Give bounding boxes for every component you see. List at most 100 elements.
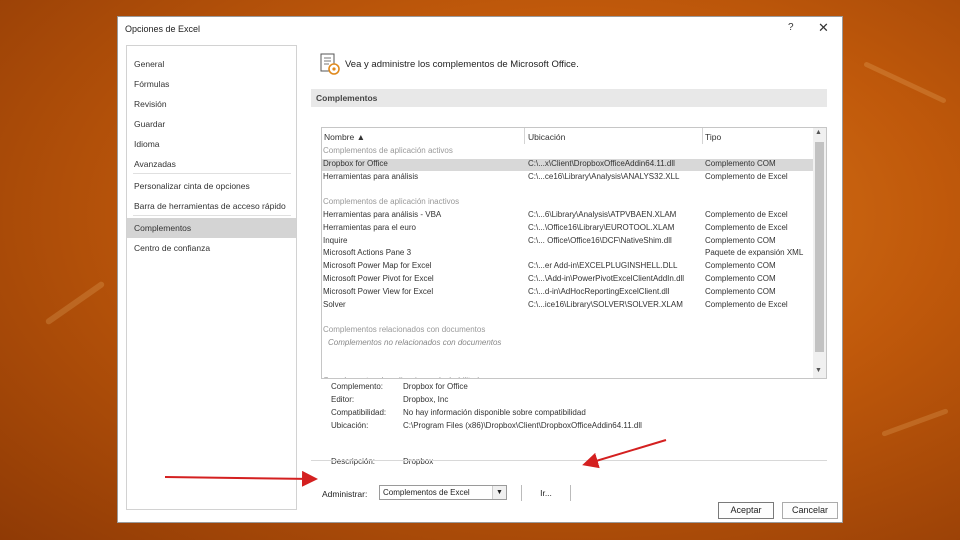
list-group-header: Complementos relacionados con documentos bbox=[322, 325, 814, 338]
list-scrollbar[interactable]: ▲ ▼ bbox=[813, 128, 826, 378]
nav-item[interactable]: Guardar bbox=[127, 114, 296, 134]
list-item[interactable]: Microsoft Power View for Excel C:\...d-in… bbox=[322, 287, 814, 300]
nav-item[interactable]: Revisión bbox=[127, 94, 296, 114]
addin-name: Herramientas para análisis bbox=[323, 171, 419, 181]
detail-label: Editor: bbox=[331, 395, 355, 404]
addin-name: Complementos no relacionados con documen… bbox=[328, 338, 502, 347]
detail-value: Dropbox, Inc bbox=[403, 395, 449, 404]
addin-type: Complemento COM bbox=[705, 261, 776, 271]
addin-type: Complemento COM bbox=[705, 235, 776, 245]
nav-item[interactable]: Idioma bbox=[127, 134, 296, 154]
nav-item[interactable]: General bbox=[127, 54, 296, 74]
list-item[interactable]: Dropbox for Office C:\...x\Client\Dropbox… bbox=[322, 158, 814, 172]
addin-name: Dropbox for Office bbox=[323, 158, 388, 168]
addin-name: Complementos de aplicaciones deshabilita… bbox=[323, 376, 488, 378]
list-item[interactable]: Microsoft Power Map for Excel C:\...er Ad… bbox=[322, 261, 814, 274]
scroll-down-icon[interactable]: ▼ bbox=[815, 367, 822, 374]
section-title: Complementos bbox=[311, 89, 827, 107]
list-item[interactable]: Inquire C:\... Office\Office16\DCF\Native… bbox=[322, 236, 814, 249]
addins-list[interactable]: Nombre ▲ Ubicación Tipo Complementos de … bbox=[321, 127, 827, 379]
manage-select-value: Complementos de Excel bbox=[383, 488, 470, 497]
addin-type: Complemento COM bbox=[705, 274, 776, 283]
detail-label: Descripción: bbox=[331, 457, 376, 466]
help-button[interactable]: ? bbox=[788, 22, 794, 33]
addin-type: Complemento COM bbox=[705, 158, 776, 168]
addins-icon bbox=[319, 53, 341, 80]
panel-heading: Vea y administre los complementos de Mic… bbox=[345, 59, 579, 70]
addin-name: Herramientas para análisis - VBA bbox=[323, 210, 442, 219]
list-item[interactable]: Microsoft Actions Pane 3 Paquete de expan… bbox=[322, 248, 814, 261]
addin-name: Inquire bbox=[323, 235, 348, 245]
list-group-header bbox=[322, 312, 814, 325]
nav-item[interactable]: Barra de herramientas de acceso rápido bbox=[127, 196, 296, 216]
chevron-down-icon[interactable]: ▼ bbox=[492, 486, 506, 499]
addin-type: Paquete de expansión XML bbox=[705, 248, 804, 258]
nav-separator bbox=[133, 215, 291, 216]
options-nav: General Fórmulas Revisión Guardar Idioma Avan… bbox=[126, 45, 297, 510]
close-button[interactable]: ✕ bbox=[818, 20, 829, 36]
divider bbox=[311, 460, 827, 461]
nav-item[interactable]: Centro de confianza bbox=[127, 238, 296, 258]
list-header: Nombre ▲ Ubicación Tipo bbox=[322, 128, 826, 144]
addin-name: Microsoft Power Map for Excel bbox=[323, 261, 432, 271]
detail-label: Complemento: bbox=[331, 382, 384, 391]
excel-options-dialog: Opciones de Excel ? ✕ General Fórmulas Rev… bbox=[117, 16, 843, 523]
addins-panel: Vea y administre los complementos de Mic… bbox=[311, 45, 831, 515]
addin-location: C:\...6\Library\Analysis\ATPVBAEN.XLAM bbox=[528, 210, 677, 219]
addin-type: Complemento de Excel bbox=[705, 222, 788, 232]
column-divider bbox=[702, 128, 703, 144]
nav-item[interactable]: Fórmulas bbox=[127, 74, 296, 94]
nav-item[interactable]: Personalizar cinta de opciones bbox=[127, 176, 296, 196]
column-header-type[interactable]: Tipo bbox=[705, 132, 721, 142]
manage-label: Administrar: bbox=[322, 489, 368, 499]
list-group-header: Complementos no relacionados con documen… bbox=[322, 338, 814, 351]
detail-value: Dropbox bbox=[403, 457, 434, 466]
detail-label: Compatibilidad: bbox=[331, 408, 387, 417]
list-item[interactable]: Solver C:\...ice16\Library\SOLVER\SOLVER.… bbox=[322, 300, 814, 313]
cancel-button[interactable]: Cancelar bbox=[782, 502, 838, 519]
background-streak bbox=[881, 408, 949, 437]
addin-location: C:\...\Add-in\PowerPivotExcelClientAddIn… bbox=[528, 274, 685, 283]
list-group-header bbox=[322, 351, 814, 364]
addin-type: Complemento de Excel bbox=[705, 299, 788, 309]
addin-location: C:\...ice16\Library\SOLVER\SOLVER.XLAM bbox=[528, 299, 683, 309]
addin-name: Solver bbox=[323, 299, 346, 309]
addin-type: Complemento de Excel bbox=[705, 210, 788, 219]
addin-name: Microsoft Power View for Excel bbox=[323, 286, 434, 296]
background-streak bbox=[863, 61, 947, 104]
list-item[interactable]: Microsoft Power Pivot for Excel C:\...\Ad… bbox=[322, 274, 814, 287]
nav-item[interactable]: Avanzadas bbox=[127, 154, 296, 174]
addin-type: Complemento de Excel bbox=[705, 171, 788, 181]
addin-name: Microsoft Actions Pane 3 bbox=[323, 248, 412, 258]
list-group-header: Complementos de aplicaciones deshabilita… bbox=[322, 376, 814, 378]
addin-name: Complementos de aplicación inactivos bbox=[323, 197, 460, 207]
detail-value: Dropbox for Office bbox=[403, 382, 468, 391]
addin-location: C:\...d-in\AdHocReportingExcelClient.dll bbox=[528, 286, 670, 296]
list-item[interactable]: Herramientas para análisis C:\...ce16\Lib… bbox=[322, 172, 814, 185]
list-item[interactable]: Herramientas para análisis - VBA C:\...6\… bbox=[322, 210, 814, 223]
addin-location: C:\...\Office16\Library\EUROTOOL.XLAM bbox=[528, 222, 675, 232]
detail-value: C:\Program Files (x86)\Dropbox\Client\Dr… bbox=[403, 421, 642, 430]
addin-name: Microsoft Power Pivot for Excel bbox=[323, 274, 434, 283]
scroll-thumb[interactable] bbox=[815, 142, 824, 352]
addin-location: C:\...x\Client\DropboxOfficeAddin64.11.d… bbox=[528, 158, 675, 168]
nav-item[interactable]: Complementos bbox=[127, 218, 296, 238]
column-header-location[interactable]: Ubicación bbox=[528, 132, 565, 142]
column-header-name[interactable]: Nombre ▲ bbox=[324, 132, 365, 142]
addin-type: Complemento COM bbox=[705, 286, 776, 296]
manage-select[interactable]: Complementos de Excel ▼ bbox=[379, 485, 507, 500]
ok-button[interactable]: Aceptar bbox=[718, 502, 774, 519]
addin-location: C:\...er Add-in\EXCELPLUGINSHELL.DLL bbox=[528, 261, 678, 271]
scroll-up-icon[interactable]: ▲ bbox=[815, 129, 822, 136]
addin-location: C:\... Office\Office16\DCF\NativeShim.dl… bbox=[528, 235, 672, 245]
addin-name: Herramientas para el euro bbox=[323, 222, 416, 232]
list-group-header bbox=[322, 184, 814, 197]
list-item[interactable]: Herramientas para el euro C:\...\Office16… bbox=[322, 223, 814, 236]
list-group-header: Complementos de aplicación inactivos bbox=[322, 197, 814, 210]
background-streak bbox=[44, 280, 106, 326]
column-divider bbox=[524, 128, 525, 144]
detail-label: Ubicación: bbox=[331, 421, 369, 430]
list-group-header bbox=[322, 364, 814, 377]
go-button[interactable]: Ir... bbox=[521, 485, 571, 501]
addin-name: Complementos relacionados con documentos bbox=[323, 325, 486, 335]
